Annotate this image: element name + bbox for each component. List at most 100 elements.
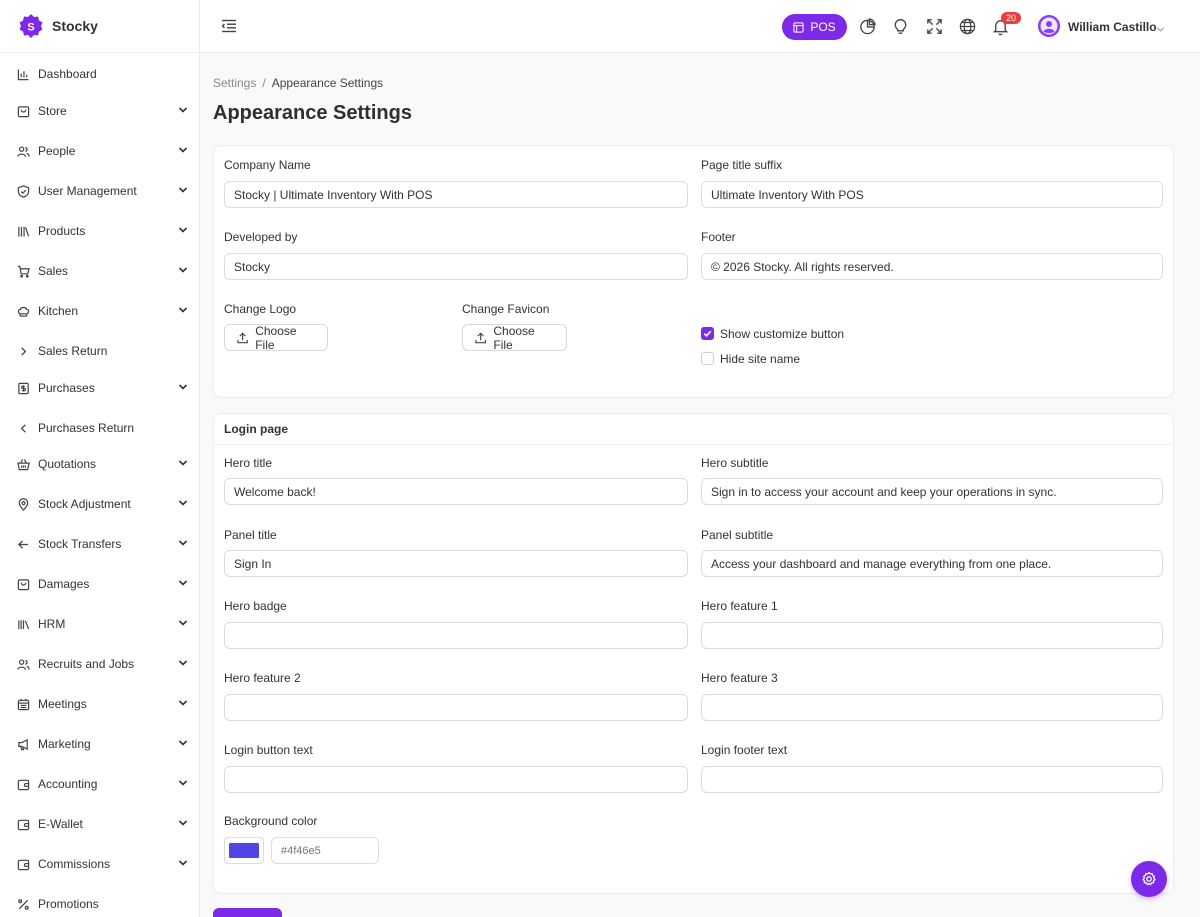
wallet-icon (16, 777, 30, 791)
sidebar-item-e-wallet[interactable]: E-Wallet (0, 811, 199, 837)
menu-collapse-icon[interactable] (220, 17, 238, 35)
sidebar-item-label: Dashboard (38, 67, 97, 81)
hero-feature-1-input[interactable] (701, 622, 1163, 649)
hide-site-name-label[interactable]: Hide site name (720, 352, 800, 366)
login-button-text-input[interactable] (224, 766, 688, 793)
sidebar-item-recruits-and-jobs[interactable]: Recruits and Jobs (0, 651, 199, 677)
chevron-down-icon (178, 145, 188, 155)
login-footer-text-input[interactable] (701, 766, 1163, 793)
hero-feature-1-label: Hero feature 1 (701, 599, 778, 613)
chevron-down-icon[interactable] (1156, 23, 1165, 32)
chevron-down-icon (178, 618, 188, 628)
chevron-down-icon (178, 185, 188, 195)
products-icon (16, 224, 30, 238)
sidebar-item-stock-transfers[interactable]: Stock Transfers (0, 531, 199, 557)
sidebar-item-promotions[interactable]: Promotions (0, 891, 199, 917)
sidebar-item-kitchen[interactable]: Kitchen (0, 298, 199, 324)
pie-chart-icon[interactable] (858, 17, 877, 36)
hero-feature-3-input[interactable] (701, 694, 1163, 721)
sidebar-item-sales-return[interactable]: Sales Return (0, 338, 199, 364)
breadcrumb-parent[interactable]: Settings (213, 76, 256, 90)
sidebar-item-label: Kitchen (38, 304, 79, 318)
chevron-down-icon (178, 778, 188, 788)
gear-icon (1142, 871, 1156, 886)
sidebar-item-label: Store (38, 104, 67, 118)
notification-badge: 20 (1001, 12, 1022, 24)
sidebar-item-sales[interactable]: Sales (0, 258, 199, 284)
login-button-text-label: Login button text (224, 743, 313, 757)
sidebar-item-label: Damages (38, 577, 90, 591)
change-favicon-button[interactable]: Choose File (462, 324, 567, 352)
panel-title-input[interactable] (224, 550, 688, 577)
sidebar-item-purchases[interactable]: Purchases (0, 375, 199, 401)
sidebar-item-marketing[interactable]: Marketing (0, 731, 199, 757)
sidebar-item-quotations[interactable]: Quotations (0, 451, 199, 477)
sidebar-item-dashboard[interactable]: Dashboard (0, 61, 199, 87)
chevron-down-icon (178, 305, 188, 315)
background-color-picker[interactable] (224, 837, 264, 864)
choose-file-label: Choose File (255, 323, 297, 352)
hero-feature-2-input[interactable] (224, 694, 688, 721)
sidebar-item-label: Recruits and Jobs (38, 657, 135, 671)
sidebar-item-label: Stock Transfers (38, 537, 122, 551)
hero-badge-input[interactable] (224, 622, 688, 649)
sidebar-item-products[interactable]: Products (0, 218, 199, 244)
percent-icon (16, 897, 30, 911)
sidebar-item-meetings[interactable]: Meetings (0, 691, 199, 717)
lightbulb-icon[interactable] (891, 17, 910, 36)
chevron-right-icon (16, 344, 30, 358)
title-suffix-label: Page title suffix (701, 158, 783, 172)
hero-title-input[interactable] (224, 478, 688, 505)
sidebar-item-label: Sales (38, 264, 69, 278)
sidebar-item-purchases-return[interactable]: Purchases Return (0, 415, 199, 441)
sidebar-item-store[interactable]: Store (0, 98, 199, 124)
panel-subtitle-input[interactable] (701, 550, 1163, 577)
customize-settings-button[interactable] (1131, 861, 1167, 897)
chevron-down-icon (178, 265, 188, 275)
title-suffix-input[interactable] (701, 181, 1163, 208)
sidebar-item-label: Promotions (38, 897, 99, 911)
avatar[interactable] (1038, 15, 1060, 37)
developed-by-input[interactable] (224, 253, 688, 280)
footer-input[interactable] (701, 253, 1163, 280)
user-name[interactable]: William Castillo (1068, 20, 1157, 34)
company-name-input[interactable] (224, 181, 688, 208)
save-button[interactable] (213, 908, 282, 917)
sidebar-item-damages[interactable]: Damages (0, 571, 199, 597)
pos-button[interactable]: POS (782, 14, 847, 40)
brand[interactable]: S Stocky (0, 0, 199, 53)
sidebar-item-user-management[interactable]: User Management (0, 178, 199, 204)
chevron-down-icon (178, 225, 188, 235)
sidebar-item-accounting[interactable]: Accounting (0, 771, 199, 797)
hero-subtitle-input[interactable] (701, 478, 1163, 505)
chevron-left-icon (16, 421, 30, 435)
sidebar-item-commissions[interactable]: Commissions (0, 851, 199, 877)
login-footer-text-label: Login footer text (701, 743, 788, 757)
chevron-down-icon (178, 698, 188, 708)
sidebar-item-label: Marketing (38, 737, 91, 751)
hero-title-label: Hero title (224, 456, 273, 470)
wallet-icon (16, 857, 30, 871)
hide-site-name-checkbox[interactable] (701, 352, 714, 365)
change-favicon-label: Change Favicon (462, 302, 550, 316)
show-customize-label[interactable]: Show customize button (720, 327, 844, 341)
sidebar-item-label: Sales Return (38, 344, 108, 358)
change-logo-button[interactable]: Choose File (224, 323, 328, 352)
chevron-down-icon (178, 498, 188, 508)
background-color-input[interactable] (271, 837, 379, 864)
sidebar-item-people[interactable]: People (0, 138, 199, 164)
show-customize-checkbox[interactable] (701, 327, 714, 340)
breadcrumb: Settings / Appearance Settings (213, 76, 383, 90)
stocky-logo-icon: S (18, 13, 44, 39)
globe-icon[interactable] (958, 17, 977, 36)
fullscreen-icon[interactable] (925, 17, 944, 36)
chef-hat-icon (16, 304, 30, 318)
sidebar-item-hrm[interactable]: HRM (0, 611, 199, 637)
top-bar: POS 20 William Castillo (200, 0, 1200, 53)
login-section-title: Login page (224, 422, 288, 436)
section-divider (214, 444, 1173, 445)
chevron-down-icon (178, 818, 188, 828)
sidebar-item-stock-adjustment[interactable]: Stock Adjustment (0, 491, 199, 517)
chevron-down-icon (178, 858, 188, 868)
svg-text:S: S (27, 22, 34, 34)
